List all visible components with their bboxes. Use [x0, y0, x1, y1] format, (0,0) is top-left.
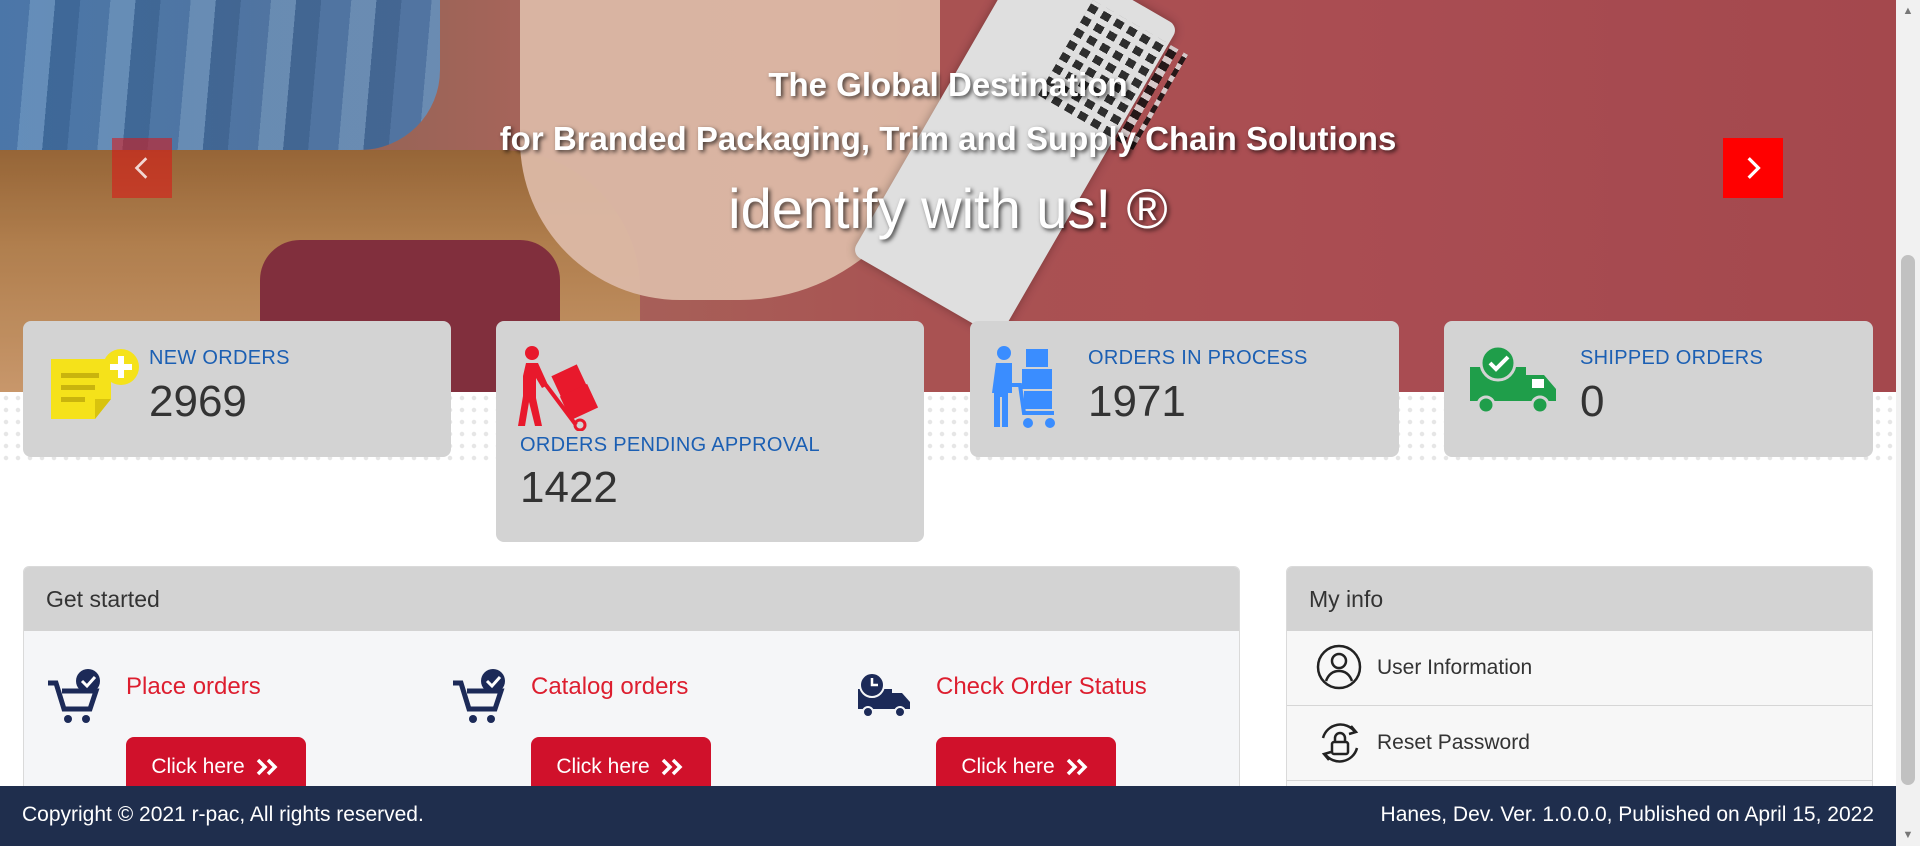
footer-copyright: Copyright © 2021 r-pac, All rights reser…: [22, 803, 424, 826]
stat-label: SHIPPED ORDERS: [1580, 347, 1764, 369]
stat-label: NEW ORDERS: [149, 347, 290, 369]
footer: Copyright © 2021 r-pac, All rights reser…: [0, 786, 1896, 846]
chevron-right-icon: [1747, 157, 1761, 179]
double-chevron-right-icon: [256, 758, 278, 776]
stat-label: ORDERS PENDING APPROVAL: [520, 434, 820, 456]
stat-label: ORDERS IN PROCESS: [1088, 347, 1308, 369]
stat-card-in-process[interactable]: ORDERS IN PROCESS 1971: [970, 321, 1399, 457]
stat-value: 1971: [1088, 377, 1186, 426]
carousel-prev-button[interactable]: [112, 138, 172, 198]
carousel-next-button[interactable]: [1723, 138, 1783, 198]
stat-card-shipped[interactable]: SHIPPED ORDERS 0: [1444, 321, 1873, 457]
user-circle-icon: [1316, 644, 1362, 690]
my-info-reset-password[interactable]: Reset Password: [1287, 706, 1872, 781]
cart-check-icon: [453, 669, 505, 723]
chevron-left-icon: [134, 157, 148, 179]
user-information-label: User Information: [1377, 656, 1533, 679]
my-info-panel: My info User Information Reset Password …: [1286, 566, 1873, 806]
my-info-title: My info: [1287, 567, 1872, 631]
get-started-title: Get started: [24, 567, 1239, 631]
reset-password-label: Reset Password: [1377, 731, 1530, 754]
stat-value: 2969: [149, 377, 247, 426]
page-scrollbar[interactable]: ▲ ▼: [1896, 0, 1920, 846]
double-chevron-right-icon: [661, 758, 683, 776]
check-order-status-title[interactable]: Check Order Status: [936, 673, 1147, 701]
scroll-up-arrow-icon[interactable]: ▲: [1896, 0, 1920, 22]
hero-headline: The Global Destination: [768, 66, 1128, 103]
get-started-item-check-status: Check Order Status Click here: [834, 631, 1234, 805]
cart-worker-icon: [992, 346, 1055, 428]
scroll-down-arrow-icon[interactable]: ▼: [1896, 824, 1920, 846]
stat-card-new-orders[interactable]: NEW ORDERS 2969: [23, 321, 451, 457]
my-info-user-information[interactable]: User Information: [1287, 631, 1872, 706]
place-orders-title[interactable]: Place orders: [126, 673, 261, 701]
get-started-item-place-orders: Place orders Click here: [24, 631, 424, 805]
hero-subheadline: for Branded Packaging, Trim and Supply C…: [499, 120, 1397, 157]
reset-lock-icon: [1321, 723, 1359, 763]
stat-value: 0: [1580, 377, 1605, 426]
scrollbar-thumb[interactable]: [1901, 255, 1915, 785]
get-started-item-catalog-orders: Catalog orders Click here: [429, 631, 829, 805]
stat-value: 1422: [520, 463, 618, 512]
double-chevron-right-icon: [1066, 758, 1088, 776]
delivery-truck-check-icon: [1470, 345, 1556, 415]
truck-clock-icon: [858, 672, 910, 718]
footer-version: Hanes, Dev. Ver. 1.0.0.0, Published on A…: [1380, 803, 1874, 826]
new-order-note-icon: [51, 349, 139, 419]
cart-check-icon: [48, 669, 100, 723]
hero-tagline: identify with us! ®: [728, 177, 1168, 240]
catalog-orders-title[interactable]: Catalog orders: [531, 673, 688, 701]
hand-truck-icon: [518, 346, 599, 431]
get-started-panel: Get started Place orders Click here Cata…: [23, 566, 1240, 806]
stat-card-pending-approval[interactable]: ORDERS PENDING APPROVAL 1422: [496, 321, 924, 542]
